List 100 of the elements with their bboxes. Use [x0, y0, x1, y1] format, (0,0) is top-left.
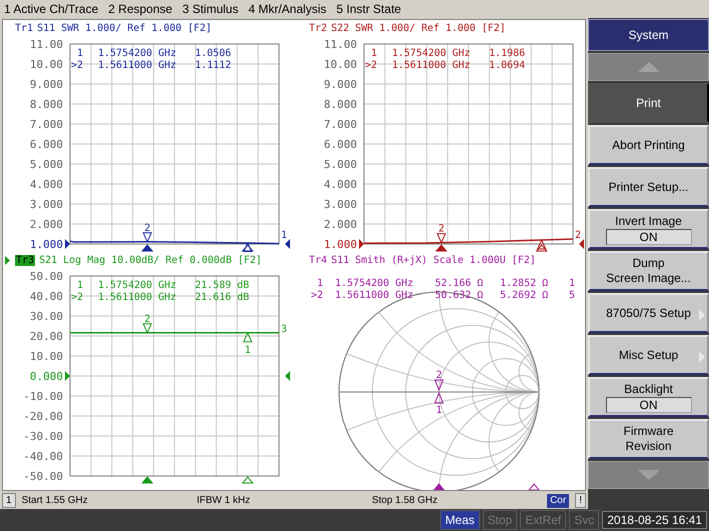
- marker-readout: 50.632 Ω: [435, 290, 484, 301]
- y-axis-label: 11.00: [324, 38, 357, 51]
- trace-label[interactable]: Tr4: [309, 254, 328, 266]
- reference-arrow-icon: [359, 239, 364, 249]
- y-axis-label: 3.000: [30, 198, 63, 211]
- marker-triangle-icon: [434, 392, 444, 404]
- marker-number: 1: [436, 405, 442, 416]
- marker-readout: 1.0694: [489, 60, 526, 71]
- y-axis-label: 20.00: [30, 330, 63, 343]
- menu-item[interactable]: 3 Stimulus: [182, 2, 238, 16]
- trace-label[interactable]: Tr3: [15, 254, 36, 266]
- status-text: Stop 1.58 GHz: [372, 495, 438, 506]
- status-indicator: Stop: [482, 510, 518, 530]
- y-axis-label: 7.000: [30, 118, 63, 131]
- softkey-button[interactable]: Invert Image ON: [588, 209, 709, 249]
- marker-readout: 1.5611000 GHz: [98, 292, 176, 303]
- y-axis-label: 2.000: [324, 218, 357, 231]
- marker-readout: 1.5754200 GHz: [98, 48, 176, 59]
- y-axis-label: 5.000: [324, 158, 357, 171]
- y-axis-label: 5.000: [30, 158, 63, 171]
- correction-indicator: Cor: [547, 494, 570, 508]
- y-axis-label: 10.00: [324, 58, 357, 71]
- y-axis-label: 0.000: [30, 370, 63, 383]
- trace-title: S11 SWR 1.000/ Ref 1.000 [F2]: [37, 22, 212, 34]
- trace-number: 2: [575, 230, 582, 241]
- marker-readout: 1.5754200 GHz: [335, 278, 414, 289]
- toggle-value: ON: [606, 228, 692, 244]
- marker-id: 1: [76, 280, 83, 291]
- marker-readout: 52.166 Ω: [435, 278, 484, 289]
- softkey-button[interactable]: Firmware Revision: [588, 419, 709, 459]
- marker-triangle-icon: [436, 233, 446, 244]
- softkey-button[interactable]: Abort Printing: [588, 125, 709, 165]
- trace-title: S22 SWR 1.000/ Ref 1.000 [F2]: [331, 22, 506, 34]
- y-axis-label: 40.00: [30, 290, 63, 303]
- trace-label[interactable]: Tr2: [309, 22, 328, 34]
- y-axis-label: -50.00: [23, 470, 63, 483]
- marker-id: 1: [76, 48, 83, 59]
- clock: 2018-08-25 16:41: [602, 510, 707, 528]
- marker-readout: 1.1112: [195, 60, 232, 71]
- marker-triangle-icon: [142, 323, 152, 334]
- y-axis-label: -40.00: [23, 450, 63, 463]
- menu-item[interactable]: 4 Mkr/Analysis: [248, 2, 326, 16]
- menu-item[interactable]: 1 Active Ch/Trace: [4, 2, 98, 16]
- reference-arrow-icon: [579, 239, 584, 249]
- marker-readout: 5: [569, 290, 576, 301]
- marker-id: 1: [316, 278, 323, 289]
- y-axis-label: -10.00: [23, 390, 63, 403]
- submenu-arrow-icon: [699, 351, 705, 363]
- reference-arrow-icon: [285, 239, 290, 249]
- softkey-button[interactable]: Printer Setup...: [588, 167, 709, 207]
- y-axis-label: 11.00: [30, 38, 63, 51]
- softkey-button[interactable]: Dump Screen Image...: [588, 251, 709, 291]
- trace-number: 3: [281, 324, 288, 335]
- softkey-button[interactable]: Misc Setup: [588, 335, 709, 375]
- y-axis-label: -30.00: [23, 430, 63, 443]
- marker-readout: 1.5611000 GHz: [392, 60, 470, 71]
- active-trace-arrow-icon: [5, 256, 10, 265]
- y-axis-label: 7.000: [324, 118, 357, 131]
- y-axis-label: 8.000: [30, 98, 63, 111]
- y-axis-label: 4.000: [324, 178, 357, 191]
- marker-readout: 21.589 dB: [195, 280, 250, 291]
- y-axis-label: 1.000: [30, 238, 63, 251]
- trace-title: S21 Log Mag 10.00dB/ Ref 0.000dB [F2]: [39, 254, 262, 266]
- status-indicator: Meas: [440, 510, 480, 530]
- menu-item[interactable]: 5 Instr State: [336, 2, 402, 16]
- status-indicator: Svc: [569, 510, 600, 530]
- marker-readout: 1.5754200 GHz: [392, 48, 470, 59]
- scroll-down-button[interactable]: [588, 461, 709, 489]
- y-axis-label: 9.000: [30, 78, 63, 91]
- marker-readout: 1.0506: [195, 48, 232, 59]
- marker-id: >2: [70, 292, 83, 303]
- softkey-menu-title: System: [588, 19, 709, 51]
- y-axis-label: 4.000: [30, 178, 63, 191]
- marker-triangle-icon: [536, 238, 546, 250]
- marker-id: >2: [70, 60, 83, 71]
- menu-item[interactable]: 2 Response: [108, 2, 172, 16]
- y-axis-label: 2.000: [30, 218, 63, 231]
- marker-triangle-icon: [242, 332, 252, 342]
- marker-readout: 1.5611000 GHz: [98, 60, 176, 71]
- trace-label[interactable]: Tr1: [15, 22, 34, 34]
- status-text: IFBW 1 kHz: [196, 495, 252, 506]
- marker-readout: 1: [569, 278, 576, 289]
- y-axis-label: 1.000: [324, 238, 357, 251]
- softkey-button[interactable]: Print: [588, 83, 709, 123]
- reference-arrow-icon: [65, 371, 70, 381]
- y-axis-label: 6.000: [30, 138, 63, 151]
- scroll-up-button[interactable]: [588, 53, 709, 81]
- marker-number: 2: [144, 314, 150, 325]
- y-axis-label: 9.000: [324, 78, 357, 91]
- status-text: Start 1.55 GHz: [22, 495, 89, 506]
- softkey-button[interactable]: Backlight ON: [588, 377, 709, 417]
- reference-arrow-icon: [65, 239, 70, 249]
- caret-down-icon: [638, 470, 660, 480]
- toggle-value: ON: [606, 396, 692, 412]
- y-axis-label: 6.000: [324, 138, 357, 151]
- softkey-button[interactable]: 87050/75 Setup: [588, 293, 709, 333]
- marker-readout: 21.616 dB: [195, 292, 250, 303]
- marker-triangle-icon: [434, 380, 444, 392]
- marker-number: 2: [436, 370, 442, 381]
- marker-id: >2: [310, 290, 323, 301]
